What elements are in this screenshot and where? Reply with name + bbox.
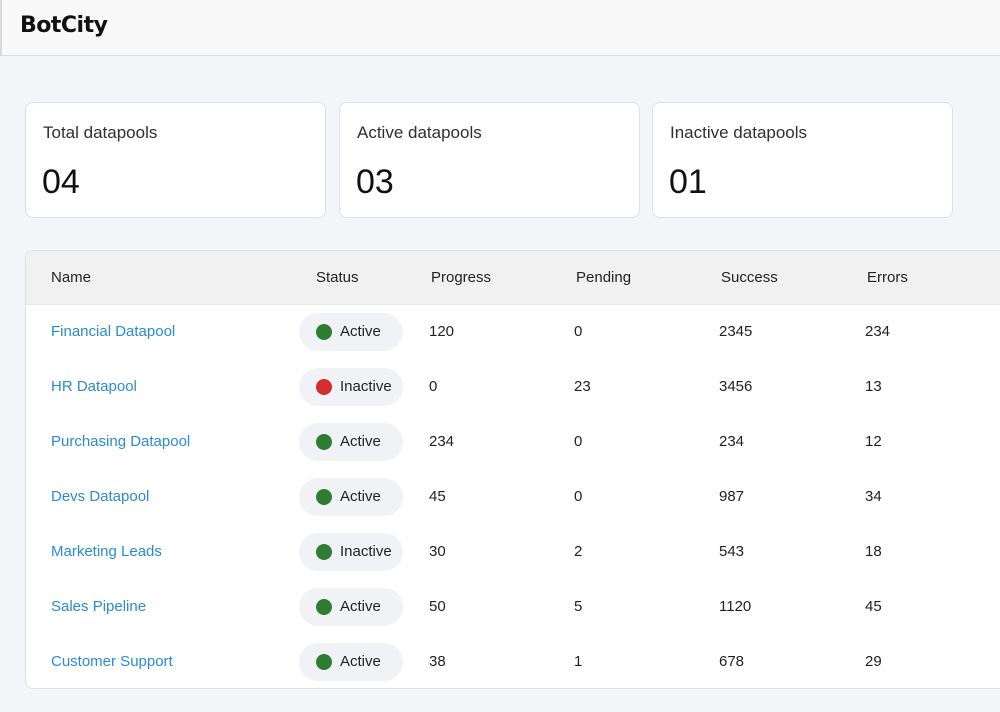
status-badge: Active [299, 643, 403, 681]
status-label: Inactive [340, 543, 392, 560]
success-value: 678 [719, 653, 745, 670]
header-pending[interactable]: Pending [576, 269, 631, 286]
status-badge: Active [299, 423, 403, 461]
progress-value: 30 [429, 543, 446, 560]
status-dot-icon [316, 324, 332, 340]
status-dot-icon [316, 544, 332, 560]
progress-value: 0 [429, 378, 438, 395]
success-value: 234 [719, 433, 745, 450]
datapools-table: Name Status Progress Pending Success Err… [25, 250, 1000, 689]
status-badge: Active [299, 313, 403, 351]
pending-value: 0 [574, 488, 583, 505]
card-active-datapools: Active datapools 03 [339, 102, 640, 218]
status-dot-icon [316, 599, 332, 615]
progress-value: 50 [429, 598, 446, 615]
status-badge: Inactive [299, 368, 403, 406]
success-value: 2345 [719, 323, 753, 340]
card-inactive-datapools: Inactive datapools 01 [652, 102, 953, 218]
datapool-name-link[interactable]: Marketing Leads [51, 543, 162, 560]
table-row[interactable]: Financial Datapool Active 120 0 2345 234 [26, 305, 1000, 360]
table-header: Name Status Progress Pending Success Err… [26, 251, 1000, 305]
status-badge: Active [299, 478, 403, 516]
success-value: 543 [719, 543, 745, 560]
header-progress[interactable]: Progress [431, 269, 491, 286]
success-value: 987 [719, 488, 745, 505]
progress-value: 38 [429, 653, 446, 670]
status-label: Active [340, 488, 381, 505]
card-value: 03 [356, 163, 394, 201]
table-row[interactable]: HR Datapool Inactive 0 23 3456 13 [26, 360, 1000, 415]
table-row[interactable]: Marketing Leads Inactive 30 2 543 18 [26, 525, 1000, 580]
card-value: 01 [669, 163, 707, 201]
card-label: Total datapools [43, 123, 158, 142]
botcity-logo[interactable]: BotCity [20, 13, 108, 38]
card-value: 04 [42, 163, 80, 201]
status-label: Active [340, 598, 381, 615]
card-label: Inactive datapools [670, 123, 808, 142]
pending-value: 23 [574, 378, 591, 395]
datapool-name-link[interactable]: Devs Datapool [51, 488, 149, 505]
progress-value: 120 [429, 323, 455, 340]
success-value: 1120 [719, 598, 752, 615]
header-name[interactable]: Name [51, 269, 91, 286]
errors-value: 13 [865, 378, 882, 395]
card-total-datapools: Total datapools 04 [25, 102, 326, 218]
status-label: Inactive [340, 378, 392, 395]
errors-value: 234 [865, 323, 891, 340]
success-value: 3456 [719, 378, 753, 395]
datapool-name-link[interactable]: Purchasing Datapool [51, 433, 190, 450]
top-bar: BotCity [0, 0, 1000, 56]
table-row[interactable]: Customer Support Active 38 1 678 29 [26, 635, 1000, 688]
status-label: Active [340, 323, 381, 340]
errors-value: 29 [865, 653, 882, 670]
header-errors[interactable]: Errors [867, 269, 908, 286]
status-dot-icon [316, 654, 332, 670]
pending-value: 5 [574, 598, 583, 615]
status-dot-icon [316, 489, 332, 505]
card-label: Active datapools [357, 123, 482, 142]
datapool-name-link[interactable]: Financial Datapool [51, 323, 175, 340]
progress-value: 234 [429, 433, 455, 450]
errors-value: 45 [865, 598, 882, 615]
header-success[interactable]: Success [721, 269, 778, 286]
status-label: Active [340, 433, 381, 450]
status-badge: Inactive [299, 533, 403, 571]
datapool-name-link[interactable]: Sales Pipeline [51, 598, 146, 615]
datapool-name-link[interactable]: Customer Support [51, 653, 173, 670]
pending-value: 0 [574, 433, 583, 450]
header-status[interactable]: Status [316, 269, 359, 286]
errors-value: 34 [865, 488, 882, 505]
errors-value: 12 [865, 433, 882, 450]
status-badge: Active [299, 588, 403, 626]
datapool-name-link[interactable]: HR Datapool [51, 378, 137, 395]
table-row[interactable]: Sales Pipeline Active 50 5 1120 45 [26, 580, 1000, 635]
pending-value: 2 [574, 543, 583, 560]
pending-value: 1 [574, 653, 583, 670]
progress-value: 45 [429, 488, 446, 505]
status-dot-icon [316, 379, 332, 395]
table-row[interactable]: Purchasing Datapool Active 234 0 234 12 [26, 415, 1000, 470]
status-dot-icon [316, 434, 332, 450]
status-label: Active [340, 653, 381, 670]
table-row[interactable]: Devs Datapool Active 45 0 987 34 [26, 470, 1000, 525]
errors-value: 18 [865, 543, 882, 560]
pending-value: 0 [574, 323, 583, 340]
